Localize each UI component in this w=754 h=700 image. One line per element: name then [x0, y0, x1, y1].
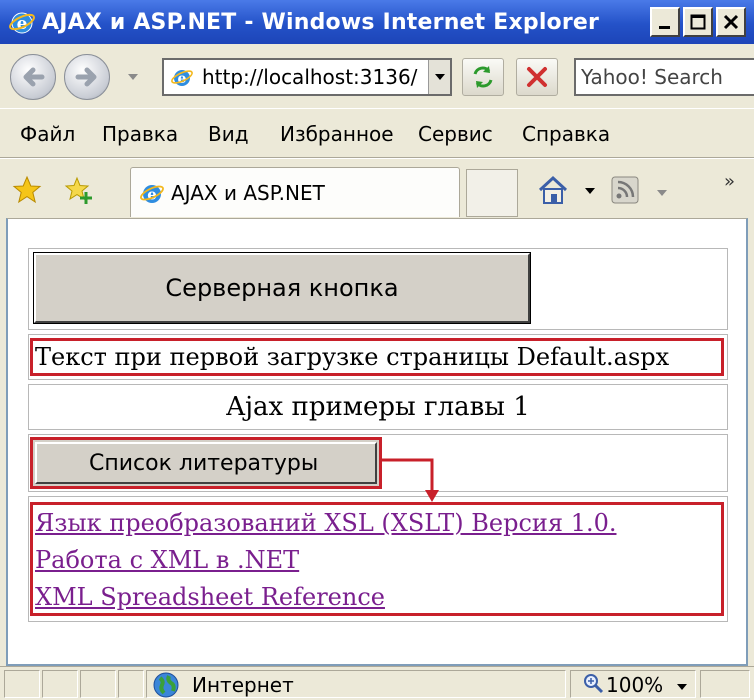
page-icon: e	[171, 70, 193, 87]
window-title-bar: e AJAX и ASP.NET - Windows Internet Expl…	[0, 0, 754, 44]
menu-bar: Файл Правка Вид Избранное Сервис Справка	[0, 108, 754, 158]
menu-view[interactable]: Вид	[208, 122, 249, 146]
stop-button[interactable]	[516, 58, 558, 96]
more-tools-chevron-icon[interactable]: »	[724, 171, 735, 192]
literature-list-button[interactable]: Список литературы	[30, 437, 382, 489]
home-icon[interactable]	[536, 173, 570, 207]
new-tab-button[interactable]	[466, 169, 518, 217]
status-segment	[700, 670, 750, 698]
ie-logo-icon: e	[9, 12, 35, 34]
forward-arrow-icon	[75, 67, 97, 87]
literature-list-button-label: Список литературы	[89, 450, 319, 476]
menu-file[interactable]: Файл	[20, 122, 75, 146]
maximize-icon	[690, 14, 706, 30]
server-button[interactable]: Серверная кнопка	[33, 252, 531, 324]
status-segment	[4, 670, 40, 698]
feed-icon[interactable]	[610, 175, 640, 205]
close-icon	[723, 14, 739, 30]
menu-favorites[interactable]: Избранное	[280, 122, 394, 146]
stop-icon	[527, 67, 547, 87]
globe-icon	[153, 672, 179, 698]
forward-button[interactable]	[64, 54, 110, 100]
chapter-label: Ajax примеры главы 1	[226, 392, 530, 422]
history-dropdown-icon[interactable]	[126, 72, 140, 82]
menu-edit[interactable]: Правка	[102, 122, 178, 146]
zoom-level[interactable]: 100%	[606, 673, 663, 697]
menu-help[interactable]: Справка	[522, 122, 610, 146]
chevron-down-icon	[434, 74, 445, 80]
tab-label: AJAX и ASP.NET	[171, 180, 325, 205]
minimize-icon	[659, 26, 670, 29]
refresh-icon	[473, 66, 493, 88]
status-bar: Интернет 100%	[0, 666, 754, 700]
callout-arrow	[380, 458, 439, 502]
search-input[interactable]: Yahoo! Search	[574, 58, 754, 96]
close-button[interactable]	[716, 7, 746, 37]
status-segment	[80, 670, 116, 698]
address-toolbar: e http://localhost:3136/ Yahoo! Search	[0, 44, 754, 108]
window-title: AJAX и ASP.NET - Windows Internet Explor…	[42, 9, 600, 35]
maximize-button[interactable]	[683, 7, 713, 37]
literature-link-xslt[interactable]: Язык преобразований XSL (XSLT) Версия 1.…	[35, 505, 721, 542]
literature-link-xml-net[interactable]: Работа с XML в .NET	[35, 542, 721, 579]
zoom-dropdown-icon[interactable]	[676, 683, 688, 691]
url-dropdown-button[interactable]	[428, 60, 450, 94]
home-dropdown-icon[interactable]	[584, 187, 596, 195]
favorites-star-icon[interactable]	[12, 175, 42, 205]
refresh-button[interactable]	[462, 58, 504, 96]
minimize-button[interactable]	[650, 7, 680, 37]
back-button[interactable]	[10, 54, 56, 100]
tab-page-icon: e	[140, 184, 164, 203]
first-load-label: Текст при первой загрузке страницы Defau…	[30, 338, 724, 376]
url-text[interactable]: http://localhost:3136/	[202, 65, 428, 89]
menu-tools[interactable]: Сервис	[418, 122, 493, 146]
status-segment	[118, 670, 144, 698]
status-segment	[42, 670, 78, 698]
zoom-magnifier-icon[interactable]	[582, 672, 604, 694]
security-zone-label: Интернет	[192, 673, 294, 697]
back-arrow-icon	[23, 67, 45, 87]
tab-ajax-aspnet[interactable]: e AJAX и ASP.NET	[130, 167, 460, 217]
literature-link-xml-spreadsheet[interactable]: XML Spreadsheet Reference	[35, 579, 721, 616]
tab-bar: e AJAX и ASP.NET »	[0, 158, 754, 218]
feed-dropdown-icon[interactable]	[656, 189, 668, 197]
add-favorite-icon[interactable]	[64, 175, 94, 205]
literature-links-list: Язык преобразований XSL (XSLT) Версия 1.…	[30, 502, 724, 616]
url-field[interactable]: e http://localhost:3136/	[162, 58, 452, 96]
